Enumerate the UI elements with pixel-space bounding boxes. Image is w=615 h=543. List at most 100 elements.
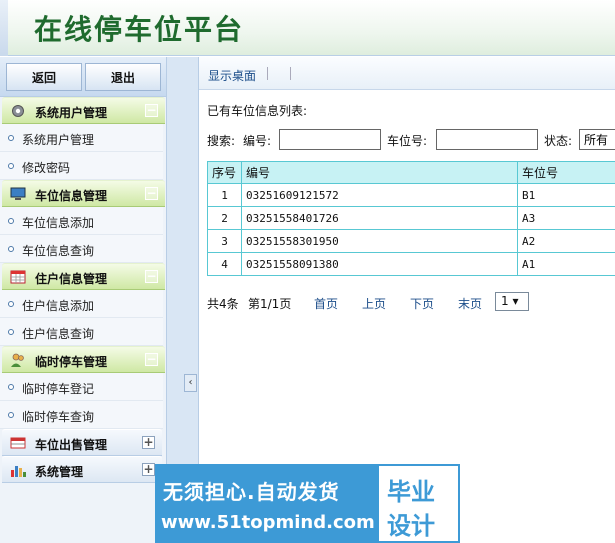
bullet-icon <box>8 246 14 252</box>
tab-bar: 显示桌面 <box>199 57 615 90</box>
number-label: 编号: <box>243 134 272 148</box>
collapse-toggle[interactable]: − <box>145 104 158 117</box>
calendar-icon <box>10 270 26 284</box>
sidebar-item-resident-add[interactable]: 住户信息添加 <box>0 290 163 318</box>
expand-toggle[interactable]: + <box>142 436 155 449</box>
collapse-toggle[interactable]: − <box>145 187 158 200</box>
collapse-sidebar-icon[interactable]: ‹ <box>184 374 197 392</box>
slot-label: 车位号: <box>387 134 428 148</box>
sidebar-group-label: 住户信息管理 <box>35 272 108 286</box>
sidebar-item-temp-query[interactable]: 临时停车查询 <box>0 401 163 429</box>
exit-button[interactable]: 退出 <box>85 63 161 91</box>
sidebar-group-label: 车位出售管理 <box>35 438 108 452</box>
cell-number: 03251558091380 <box>241 252 518 276</box>
cell-index: 1 <box>207 183 242 207</box>
watermark-banner: 无须担心.自动发货 www.51topmind.com 毕业 设计 <box>155 464 460 543</box>
header-edge <box>0 0 8 56</box>
first-page-link[interactable]: 首页 <box>314 295 338 312</box>
app-title: 在线停车位平台 <box>34 13 245 46</box>
sidebar-item-resident-query[interactable]: 住户信息查询 <box>0 318 163 346</box>
cell-number: 03251558301950 <box>241 229 518 253</box>
sidebar-group-label: 临时停车管理 <box>35 355 108 369</box>
tab-show-desktop[interactable]: 显示桌面 <box>208 67 256 84</box>
column-header-slot: 车位号 <box>517 161 615 184</box>
sidebar: 返回 退出 系统用户管理 − 系统用户管理 修改密码 车位信息管理 − 车位信息… <box>0 57 167 543</box>
list-title: 已有车位信息列表: <box>207 104 308 118</box>
table-row[interactable]: 1 03251609121572 B1 <box>207 183 615 207</box>
bullet-icon <box>8 412 14 418</box>
column-header-number: 编号 <box>241 161 518 184</box>
back-button[interactable]: 返回 <box>6 63 82 91</box>
sidebar-item-system-users[interactable]: 系统用户管理 <box>0 124 163 152</box>
cell-slot: A2 <box>517 229 615 253</box>
cell-slot: A3 <box>517 206 615 230</box>
pagination: 共4条 第1/1页 首页 上页 下页 末页 1 ▾ <box>207 292 615 312</box>
collapse-toggle[interactable]: − <box>145 270 158 283</box>
collapse-toggle[interactable]: − <box>145 353 158 366</box>
table-header-row: 序号 编号 车位号 <box>207 161 615 184</box>
table-icon <box>10 437 26 449</box>
bullet-icon <box>8 329 14 335</box>
parking-table: 序号 编号 车位号 1 03251609121572 B1 2 03251558… <box>207 161 615 276</box>
cell-number: 03251609121572 <box>241 183 518 207</box>
cell-index: 4 <box>207 252 242 276</box>
table-row[interactable]: 2 03251558401726 A3 <box>207 206 615 230</box>
sidebar-group-parking-sales[interactable]: 车位出售管理 + <box>2 429 162 456</box>
status-select[interactable]: 所有 <box>579 129 615 150</box>
app-header: 在线停车位平台 <box>0 0 615 56</box>
cell-index: 3 <box>207 229 242 253</box>
pager-total: 共4条 <box>207 297 239 311</box>
sidebar-group-label: 系统管理 <box>35 465 84 479</box>
cell-number: 03251558401726 <box>241 206 518 230</box>
sidebar-item-label: 系统用户管理 <box>22 133 95 147</box>
tab-divider <box>290 67 291 80</box>
sidebar-group-parking-info[interactable]: 车位信息管理 − <box>2 180 165 207</box>
sidebar-item-label: 车位信息查询 <box>22 244 95 258</box>
monitor-icon <box>10 187 26 200</box>
cell-slot: B1 <box>517 183 615 207</box>
sidebar-item-parking-add[interactable]: 车位信息添加 <box>0 207 163 235</box>
watermark-box-bottom: 设计 <box>387 512 435 540</box>
sidebar-item-label: 住户信息添加 <box>22 299 95 313</box>
expand-toggle[interactable]: + <box>142 463 155 476</box>
bullet-icon <box>8 384 14 390</box>
sidebar-group-system-users[interactable]: 系统用户管理 − <box>2 97 165 124</box>
page-select[interactable]: 1 ▾ <box>495 292 529 311</box>
sidebar-item-label: 修改密码 <box>22 161 71 175</box>
bar-chart-icon <box>11 466 26 477</box>
sidebar-item-label: 车位信息添加 <box>22 216 95 230</box>
sidebar-item-temp-register[interactable]: 临时停车登记 <box>0 373 163 401</box>
table-row[interactable]: 3 03251558301950 A2 <box>207 229 615 253</box>
prev-page-link[interactable]: 上页 <box>362 295 386 312</box>
sidebar-group-label: 系统用户管理 <box>35 106 108 120</box>
bullet-icon <box>8 163 14 169</box>
tab-divider <box>267 67 268 80</box>
sidebar-toolbar: 返回 退出 <box>0 57 166 97</box>
bullet-icon <box>8 218 14 224</box>
watermark-url: www.51topmind.com <box>161 512 375 533</box>
sidebar-group-label: 车位信息管理 <box>35 189 108 203</box>
slot-number-input[interactable] <box>436 129 538 150</box>
sidebar-group-resident-info[interactable]: 住户信息管理 − <box>2 263 165 290</box>
gear-icon <box>12 105 24 117</box>
sidebar-group-system[interactable]: 系统管理 + <box>2 456 162 483</box>
last-page-link[interactable]: 末页 <box>458 295 482 312</box>
sidebar-item-parking-query[interactable]: 车位信息查询 <box>0 235 163 263</box>
pager-page-info: 第1/1页 <box>248 297 292 311</box>
cell-index: 2 <box>207 206 242 230</box>
number-input[interactable] <box>279 129 381 150</box>
table-row[interactable]: 4 03251558091380 A1 <box>207 252 615 276</box>
sidebar-group-temp-parking[interactable]: 临时停车管理 − <box>2 346 165 373</box>
column-header-index: 序号 <box>207 161 242 184</box>
status-label: 状态: <box>544 134 573 148</box>
sidebar-item-label: 住户信息查询 <box>22 327 95 341</box>
next-page-link[interactable]: 下页 <box>410 295 434 312</box>
cell-slot: A1 <box>517 252 615 276</box>
bullet-icon <box>8 135 14 141</box>
users-icon <box>11 353 24 367</box>
watermark-box-top: 毕业 <box>387 478 435 506</box>
sidebar-item-label: 临时停车登记 <box>22 382 95 396</box>
sidebar-item-change-password[interactable]: 修改密码 <box>0 152 163 180</box>
search-prefix-label: 搜索: <box>207 134 236 148</box>
watermark-slogan: 无须担心.自动发货 <box>163 480 340 504</box>
